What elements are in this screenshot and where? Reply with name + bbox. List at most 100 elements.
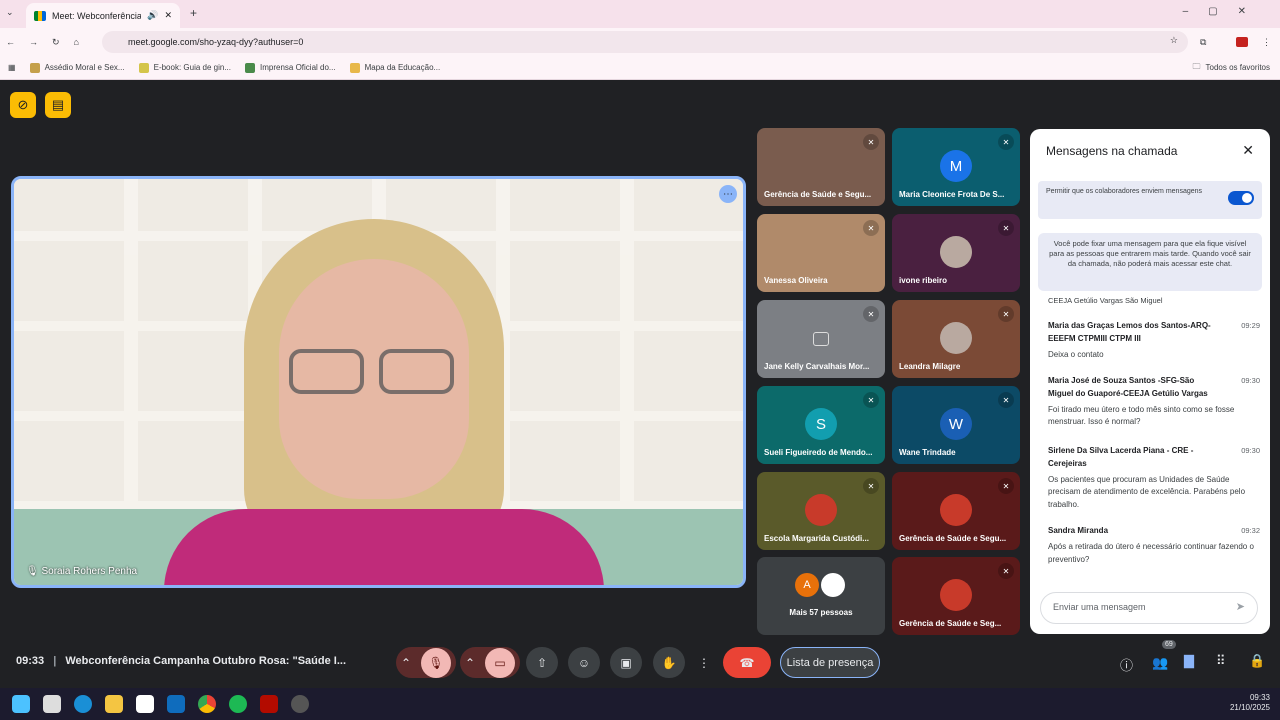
participant-tile[interactable]: ✕ Leandra Milagre <box>892 300 1020 378</box>
acrobat-icon[interactable] <box>260 695 278 713</box>
reload-icon[interactable]: ↻ <box>52 37 60 48</box>
avatar <box>940 322 972 354</box>
chat-message: Maria das Graças Lemos dos Santos-ARQ-EE… <box>1048 320 1260 361</box>
more-button[interactable]: ⋮ <box>694 647 714 678</box>
message-text: Deixa o contato <box>1048 349 1104 359</box>
chevron-up-icon[interactable]: ⌃ <box>401 656 411 670</box>
avatar: S <box>805 408 837 440</box>
mic-off-icon: ✕ <box>998 306 1014 322</box>
participant-tile[interactable]: ✕ Jane Kelly Carvalhais Mor... <box>757 300 885 378</box>
main-name: 🎙 Soraia Rohers Penha <box>26 566 138 577</box>
participant-tile[interactable]: M ✕ Maria Cleonice Frota De S... <box>892 128 1020 206</box>
emoji-button[interactable]: ☺ <box>568 647 600 678</box>
avatar <box>940 236 972 268</box>
browser-toolbar: ← → ↻ ⌂ meet.google.com/sho-yzaq-dyy?aut… <box>0 28 1280 56</box>
explorer-icon[interactable] <box>105 695 123 713</box>
mic-off-icon: 🎙 <box>26 566 42 577</box>
participant-tile[interactable]: ✕ Gerência de Saúde e Seg... <box>892 557 1020 635</box>
glasses-left <box>289 349 364 394</box>
notes-icon[interactable]: ▤ <box>45 92 71 118</box>
outlook-icon[interactable] <box>167 695 185 713</box>
more-icon: ⋮ <box>698 655 710 670</box>
windows-start-icon[interactable] <box>12 695 30 713</box>
meet-stage: ⊘ ▤ ⋯ 🎙 Soraia Rohers Penha ✕ Gerência de… <box>0 81 1280 688</box>
message-time: 09:30 <box>1241 376 1260 385</box>
address-bar[interactable]: meet.google.com/sho-yzaq-dyy?authuser=0 … <box>102 31 1188 53</box>
extensions-icon[interactable]: ⧉ <box>1200 37 1206 48</box>
task-view-icon[interactable] <box>43 695 61 713</box>
camera-off-icon[interactable]: ▭ <box>485 647 516 678</box>
camera-button[interactable]: ⌃ ▭ <box>460 647 520 678</box>
permission-switch[interactable] <box>1228 191 1254 205</box>
participant-tile[interactable]: ✕ Gerência de Saúde e Segu... <box>892 472 1020 550</box>
profile-icon[interactable] <box>1236 37 1248 47</box>
chrome-icon[interactable] <box>198 695 216 713</box>
attendance-button[interactable]: Lista de presença <box>780 647 880 678</box>
present-button[interactable]: ⇧ <box>526 647 558 678</box>
chevron-up-icon[interactable]: ⌃ <box>465 656 475 670</box>
present-icon: ⇧ <box>536 655 548 670</box>
tab-close-icon[interactable]: ✕ <box>164 10 172 21</box>
forward-icon[interactable]: → <box>29 37 38 47</box>
activities-icon[interactable]: ⠿ <box>1216 653 1226 669</box>
bookmark-item[interactable]: Imprensa Oficial do... <box>245 62 336 73</box>
star-icon[interactable]: ☆ <box>1170 35 1178 46</box>
bookmark-icon <box>245 62 255 73</box>
menu-icon[interactable]: ⋮ <box>1262 37 1271 48</box>
recording-icon[interactable]: ⊘ <box>10 92 36 118</box>
leave-call-button[interactable]: ☎ <box>723 647 771 678</box>
spotify-icon[interactable] <box>229 695 247 713</box>
clock: 09:33 <box>16 655 45 667</box>
window-controls[interactable]: –▢✕ <box>1183 6 1266 17</box>
bookmark-item[interactable]: E-book: Guia de gin... <box>138 62 231 73</box>
bookmark-item[interactable]: Assédio Moral e Sex... <box>29 62 125 73</box>
back-icon[interactable]: ← <box>6 37 15 47</box>
more-options-icon[interactable]: ⋯ <box>719 185 737 203</box>
participant-name: Maria Cleonice Frota De S... <box>899 190 1005 199</box>
edge-icon[interactable] <box>74 695 92 713</box>
new-tab-icon[interactable]: + <box>190 6 197 20</box>
mic-off-icon: ✕ <box>863 478 879 494</box>
tab-search-icon[interactable]: ⌄ <box>6 7 14 18</box>
send-icon[interactable]: ➤ <box>1236 600 1245 613</box>
participant-tile[interactable]: S ✕ Sueli Figueiredo de Mendo... <box>757 386 885 464</box>
chat-message: Sirlene Da Silva Lacerda Piana - CRE - C… <box>1048 445 1260 512</box>
participant-tile[interactable]: ✕ ivone ribeiro <box>892 214 1020 292</box>
org-logo-icon <box>940 494 972 526</box>
mic-off-icon[interactable]: 🎙 <box>421 647 452 678</box>
bookmark-icon <box>138 62 149 73</box>
bookmark-item[interactable]: Mapa da Educação... <box>349 62 440 73</box>
person-shirt <box>164 509 604 585</box>
participant-tile[interactable]: ✕ Escola Margarida Custódi... <box>757 472 885 550</box>
participant-name: Mais 57 pessoas <box>789 608 853 617</box>
app-icon[interactable] <box>291 695 309 713</box>
mic-button[interactable]: ⌃ 🎙 <box>396 647 456 678</box>
apps-icon[interactable]: ▦ <box>8 63 16 72</box>
raise-hand-button[interactable]: ✋ <box>653 647 685 678</box>
chat-message: Sandra Miranda 09:32 Após a retirada do út… <box>1048 525 1260 566</box>
tab-meet[interactable]: Meet: Webconferência Cam 🔊 ✕ <box>26 3 180 28</box>
store-icon[interactable] <box>136 695 154 713</box>
main-video[interactable]: ⋯ 🎙 Soraia Rohers Penha <box>11 176 746 588</box>
avatar: M <box>940 150 972 182</box>
people-icon[interactable]: 👥 <box>1152 655 1168 671</box>
meet-favicon-icon <box>34 10 46 21</box>
close-icon[interactable]: ✕ <box>1242 142 1254 159</box>
participant-tile[interactable]: A Mais 57 pessoas <box>757 557 885 635</box>
host-controls-icon[interactable]: 🔒 <box>1249 653 1265 669</box>
participant-tile[interactable]: ✕ Vanessa Oliveira <box>757 214 885 292</box>
participant-tile[interactable]: W ✕ Wane Trindade <box>892 386 1020 464</box>
bookmarks-bar: ▦ Assédio Moral e Sex... E-book: Guia de… <box>0 56 1280 80</box>
chat-message: Maria José de Souza Santos -SFG-São Migu… <box>1048 375 1260 429</box>
chat-icon[interactable]: ▇ <box>1184 653 1194 669</box>
message-input[interactable]: Enviar uma mensagem ➤ <box>1040 592 1258 624</box>
all-favorites[interactable]: 🗀 Todos os favoritos <box>1193 61 1270 75</box>
participant-name: ivone ribeiro <box>899 276 948 285</box>
chat-panel: Mensagens na chamada ✕ Permitir que os c… <box>1030 129 1270 634</box>
info-icon[interactable]: ⓘ <box>1120 655 1133 674</box>
participant-tile[interactable]: ✕ Gerência de Saúde e Segu... <box>757 128 885 206</box>
bookmark-icon <box>29 62 40 73</box>
captions-button[interactable]: ▣ <box>610 647 642 678</box>
taskbar: 09:33 21/10/2025 <box>0 688 1280 720</box>
home-icon[interactable]: ⌂ <box>74 37 79 47</box>
